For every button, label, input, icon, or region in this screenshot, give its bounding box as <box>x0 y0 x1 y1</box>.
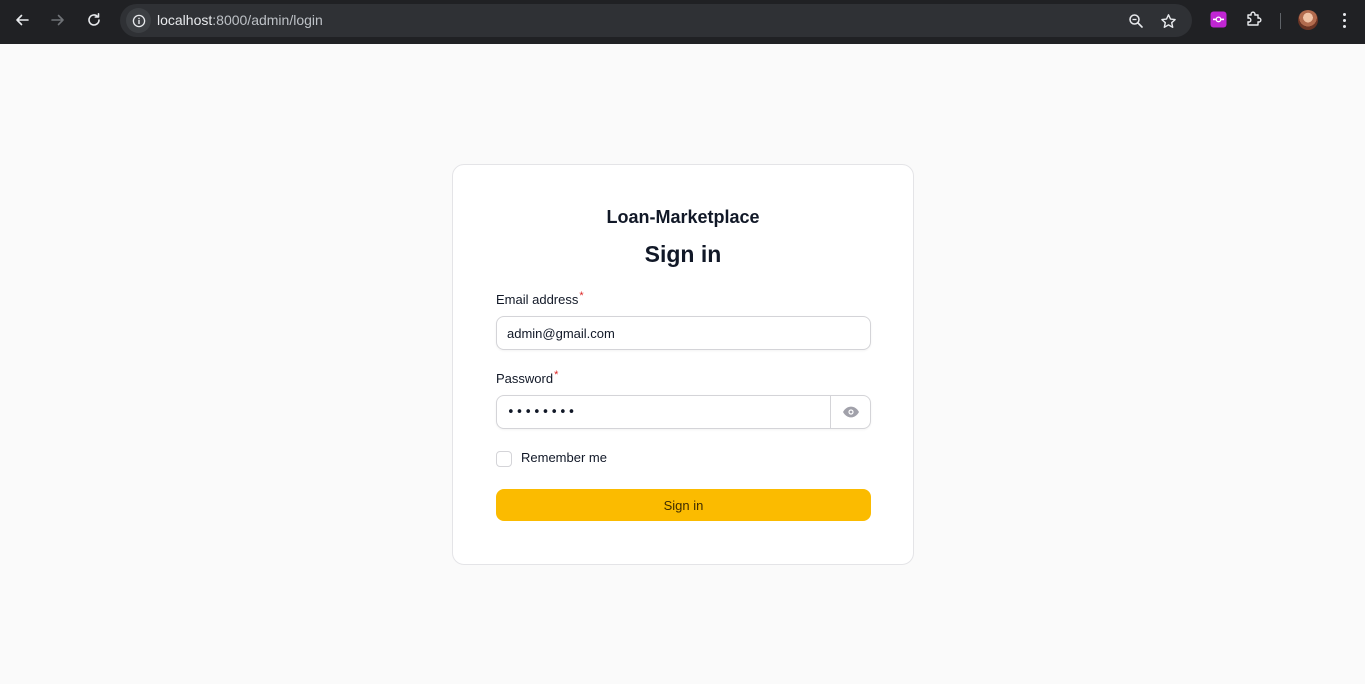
brand-name: Loan-Marketplace <box>606 207 760 227</box>
required-mark: * <box>579 290 584 302</box>
star-icon[interactable] <box>1158 11 1178 31</box>
puzzle-icon[interactable] <box>1245 10 1263 28</box>
password-label-text: Password <box>496 371 554 386</box>
url-host: localhost <box>157 12 213 28</box>
email-label: Email address* <box>496 290 584 307</box>
toolbar-divider <box>1280 13 1281 29</box>
browser-toolbar: localhost:8000/admin/login <box>0 0 1365 44</box>
avatar[interactable] <box>1298 10 1318 30</box>
email-field[interactable] <box>496 316 871 350</box>
zoom-icon[interactable] <box>1126 11 1146 31</box>
kebab-menu-icon[interactable] <box>1335 10 1353 30</box>
reload-icon[interactable] <box>80 8 108 32</box>
page-title: Sign in <box>644 241 722 267</box>
eye-icon[interactable] <box>830 396 870 428</box>
extension-app-icon[interactable] <box>1209 10 1227 28</box>
password-field-wrapper <box>496 395 871 429</box>
required-mark: * <box>554 369 559 381</box>
address-bar[interactable]: localhost:8000/admin/login <box>120 4 1192 37</box>
url-text[interactable]: localhost:8000/admin/login <box>157 12 323 28</box>
forward-arrow-icon[interactable] <box>44 8 72 32</box>
remember-me-checkbox[interactable] <box>496 451 512 467</box>
back-arrow-icon[interactable] <box>8 8 36 32</box>
sign-in-button[interactable]: Sign in <box>496 489 871 521</box>
url-path: :8000/admin/login <box>212 12 323 28</box>
info-icon[interactable] <box>126 8 151 33</box>
login-card: Loan-Marketplace Sign in Email address* … <box>452 164 914 565</box>
remember-me-label[interactable]: Remember me <box>521 450 607 465</box>
password-label: Password* <box>496 369 559 386</box>
password-field[interactable] <box>497 396 831 428</box>
email-label-text: Email address <box>496 292 579 307</box>
